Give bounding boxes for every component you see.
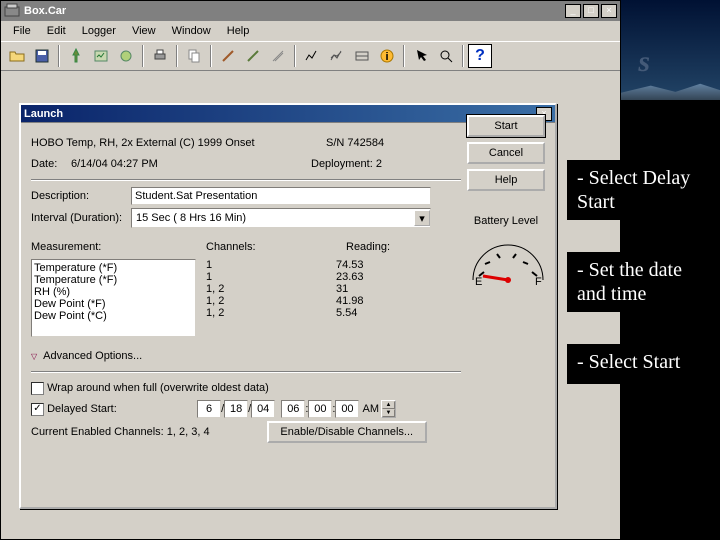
list-item[interactable]: RH (%) (34, 286, 193, 298)
channel-value: 1, 2 (206, 283, 336, 295)
help-icon[interactable]: ? (468, 44, 492, 68)
close-button[interactable]: × (601, 4, 617, 18)
menubar: File Edit Logger View Window Help (1, 21, 620, 41)
copy-icon[interactable] (182, 44, 206, 68)
menu-logger[interactable]: Logger (74, 23, 124, 39)
instruction-select-start: - Select Start (567, 344, 717, 384)
list-item[interactable]: Temperature (*F) (34, 262, 193, 274)
list-item[interactable]: Temperature (*F) (34, 274, 193, 286)
chart-area-icon[interactable] (350, 44, 374, 68)
wrap-label: Wrap around when full (overwrite oldest … (47, 382, 269, 394)
battery-gauge: E F (467, 236, 549, 286)
gauge-needle (483, 276, 508, 280)
enable-disable-button[interactable]: Enable/Disable Channels... (267, 421, 427, 443)
deployment-value: 2 (376, 158, 382, 170)
cancel-button[interactable]: Cancel (467, 142, 545, 164)
interval-label: Interval (Duration): (31, 212, 131, 224)
background-scene (621, 0, 720, 100)
open-icon[interactable] (5, 44, 29, 68)
time-ampm: AM (363, 403, 380, 415)
readout-icon[interactable] (89, 44, 113, 68)
save-icon[interactable] (30, 44, 54, 68)
description-input[interactable] (131, 187, 431, 205)
menu-edit[interactable]: Edit (39, 23, 74, 39)
channel-value: 1, 2 (206, 295, 336, 307)
time-hour-input[interactable] (281, 400, 305, 418)
interval-combo[interactable]: 15 Sec ( 8 Hrs 16 Min) ▾ (131, 208, 431, 228)
reading-value: 74.53 (336, 259, 436, 271)
launch-dialog: Launch × Start Cancel Help Battery Level (19, 103, 557, 509)
interval-value: 15 Sec ( 8 Hrs 16 Min) (132, 212, 414, 224)
reading-value: 31 (336, 283, 436, 295)
toolbar: i ? (1, 41, 620, 71)
wrap-checkbox[interactable] (31, 382, 44, 395)
status-icon[interactable] (114, 44, 138, 68)
instruction-set-date: - Set the date and time (567, 252, 717, 312)
date-day-input[interactable] (224, 400, 248, 418)
measurement-list[interactable]: Temperature (*F) Temperature (*F) RH (%)… (31, 259, 196, 337)
description-label: Description: (31, 190, 131, 202)
channel-value: 1 (206, 271, 336, 283)
device-line: HOBO Temp, RH, 2x External (C) 1999 Onse… (31, 137, 326, 149)
gauge-full-label: F (535, 276, 542, 286)
chevron-down-icon[interactable]: ▾ (414, 210, 430, 226)
menu-view[interactable]: View (124, 23, 164, 39)
gauge-empty-label: E (475, 276, 482, 286)
enabled-channels-label: Current Enabled Channels: (31, 426, 164, 438)
deployment-label: Deployment: (311, 158, 373, 170)
serial-value: 742584 (347, 137, 384, 149)
menu-window[interactable]: Window (164, 23, 219, 39)
launch-icon[interactable] (64, 44, 88, 68)
reading-value: 41.98 (336, 295, 436, 307)
app-title: Box.Car (24, 5, 563, 17)
channel-value: 1 (206, 259, 336, 271)
minimize-button[interactable]: _ (565, 4, 581, 18)
delayed-label: Delayed Start: (47, 403, 197, 415)
chart-line-icon[interactable] (300, 44, 324, 68)
date-month-input[interactable] (197, 400, 221, 418)
app-icon (4, 3, 20, 19)
delayed-checkbox[interactable]: ✓ (31, 403, 44, 416)
start-button[interactable]: Start (467, 115, 545, 137)
list-item[interactable]: Dew Point (*C) (34, 310, 193, 322)
svg-text:i: i (385, 51, 388, 63)
dialog-title: Launch (24, 108, 534, 120)
battery-label: Battery Level (467, 215, 545, 227)
tool-a-icon[interactable] (216, 44, 240, 68)
date-year-input[interactable] (251, 400, 275, 418)
tool-c-icon[interactable] (266, 44, 290, 68)
info-icon[interactable]: i (375, 44, 399, 68)
time-sec-input[interactable] (335, 400, 359, 418)
spinner-up-icon: ▲ (382, 401, 395, 409)
reading-header: Reading: (346, 241, 446, 253)
date-value: 6/14/04 04:27 PM (71, 158, 311, 170)
pointer-icon[interactable] (409, 44, 433, 68)
background-letter: s (638, 45, 650, 79)
tool-b-icon[interactable] (241, 44, 265, 68)
instruction-select-delay: - Select Delay Start (567, 160, 717, 220)
enabled-channels-value: 1, 2, 3, 4 (167, 426, 267, 438)
serial-label: S/N (326, 137, 344, 149)
time-spinner[interactable]: ▲▼ (381, 400, 396, 418)
channels-header: Channels: (206, 241, 346, 253)
app-titlebar: Box.Car _ □ × (1, 1, 620, 21)
reading-value: 23.63 (336, 271, 436, 283)
advanced-link[interactable]: Advanced Options... (43, 350, 142, 362)
measurement-header: Measurement: (31, 241, 206, 253)
reading-value: 5.54 (336, 307, 436, 319)
list-item[interactable]: Dew Point (*F) (34, 298, 193, 310)
time-min-input[interactable] (308, 400, 332, 418)
menu-file[interactable]: File (5, 23, 39, 39)
chart-multi-icon[interactable] (325, 44, 349, 68)
spinner-down-icon: ▼ (382, 409, 395, 417)
print-icon[interactable] (148, 44, 172, 68)
zoom-icon[interactable] (434, 44, 458, 68)
channel-value: 1, 2 (206, 307, 336, 319)
help-button[interactable]: Help (467, 169, 545, 191)
menu-help[interactable]: Help (219, 23, 258, 39)
date-label: Date: (31, 158, 71, 170)
advanced-chevron-icon[interactable]: ▽ (31, 352, 37, 361)
maximize-button[interactable]: □ (583, 4, 599, 18)
